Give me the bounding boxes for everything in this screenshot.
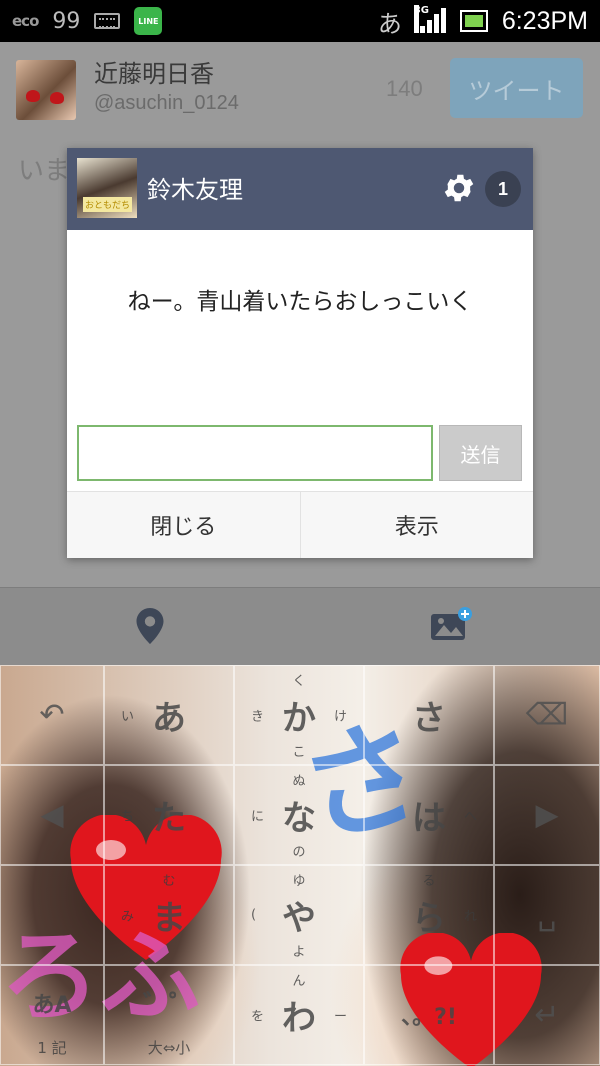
space-key[interactable]: ␣ xyxy=(494,865,600,965)
cursor-right-key[interactable]: ▶ xyxy=(494,765,600,865)
reply-input[interactable] xyxy=(77,425,433,481)
avatar-sticker-text: おともだち xyxy=(83,197,133,212)
send-button[interactable]: 送信 xyxy=(439,425,522,481)
arrow-left-icon: ◀ xyxy=(40,797,64,833)
eco-mode-icon: eco xyxy=(12,12,39,30)
key-flick-up: ん xyxy=(292,974,306,989)
enter-key[interactable]: ↵ xyxy=(494,965,600,1065)
unread-count-badge: 1 xyxy=(485,171,521,207)
key-a[interactable]: い あ xyxy=(104,665,234,765)
key-flick-up: む xyxy=(162,874,176,889)
key-label: た xyxy=(152,798,186,839)
user-name: 近藤明日香 xyxy=(94,60,214,88)
key-label: ま xyxy=(152,898,186,939)
popup-header: おともだち 鈴木友理 1 xyxy=(67,148,533,230)
undo-icon: ↶ xyxy=(39,697,65,733)
empty-key[interactable] xyxy=(0,865,104,965)
key-flick-down: こ xyxy=(292,745,306,760)
tweet-button[interactable]: ツイート xyxy=(450,58,583,118)
backspace-icon: ⌫ xyxy=(525,697,569,733)
key-na[interactable]: ぬ に な の xyxy=(234,765,364,865)
key-label: な xyxy=(282,798,316,839)
close-button[interactable]: 閉じる xyxy=(67,492,300,558)
character-counter: 140 xyxy=(386,76,423,101)
status-bar: eco 99 LINE あ 3G 6:23PM xyxy=(0,0,600,42)
key-label: あA xyxy=(32,993,72,1019)
key-flick-right: へ xyxy=(463,809,477,825)
key-label: あ xyxy=(152,698,186,739)
key-ta[interactable]: ち た xyxy=(104,765,234,865)
key-flick-down: よ xyxy=(292,945,306,960)
key-sublabel: 1 記 xyxy=(37,1039,67,1057)
punctuation-key[interactable]: 、。?! xyxy=(364,965,494,1065)
add-image-icon[interactable] xyxy=(430,606,472,642)
key-label: や xyxy=(282,898,316,939)
key-flick-up: る xyxy=(422,874,436,889)
enter-icon: ↵ xyxy=(534,997,560,1033)
sender-name: 鈴木友理 xyxy=(147,176,243,204)
key-ya[interactable]: ゆ ( や よ xyxy=(234,865,364,965)
key-label: さ xyxy=(412,698,446,739)
dakuten-key[interactable]: ゛゜ 大⇔小 xyxy=(104,965,234,1065)
key-flick-right: け xyxy=(333,709,347,725)
key-flick-right: ー xyxy=(333,1009,347,1025)
key-flick-right: れ xyxy=(463,909,477,925)
key-sublabel: 大⇔小 xyxy=(147,1039,191,1057)
key-ka[interactable]: く き か け こ xyxy=(234,665,364,765)
network-type-label: 3G xyxy=(413,5,429,33)
japanese-flick-keyboard: さ ろふ ↶ い あ く き か け こ さ ⌫ ◀ ち た ぬ に な の は… xyxy=(0,665,600,1066)
message-text: ねー。青山着いたらおしっこいく xyxy=(127,289,473,315)
user-avatar[interactable] xyxy=(16,60,76,120)
key-ra[interactable]: る ら れ xyxy=(364,865,494,965)
key-flick-up: ぬ xyxy=(292,774,306,789)
space-icon: ␣ xyxy=(537,897,557,933)
key-sa[interactable]: さ xyxy=(364,665,494,765)
key-label: ゛゜ xyxy=(142,990,195,1021)
key-flick-down: の xyxy=(292,845,306,860)
cursor-left-key[interactable]: ◀ xyxy=(0,765,104,865)
signal-strength-icon: 3G xyxy=(413,5,446,35)
key-label: 、。?! xyxy=(401,1005,457,1030)
key-flick-up: く xyxy=(292,674,306,689)
keyboard-icon xyxy=(94,13,121,29)
compose-toolbar xyxy=(0,587,600,665)
user-handle: @asuchin_0124 xyxy=(94,92,239,114)
undo-key[interactable]: ↶ xyxy=(0,665,104,765)
arrow-right-icon: ▶ xyxy=(535,797,559,833)
key-ma[interactable]: む み ま xyxy=(104,865,234,965)
ime-indicator: あ xyxy=(377,9,402,38)
tweet-text-placeholder[interactable]: いま xyxy=(18,150,70,187)
line-message-popup: おともだち 鈴木友理 1 ねー。青山着いたらおしっこいく 送信 閉じる 表示 xyxy=(67,148,533,558)
key-flick-up: ゆ xyxy=(292,874,306,889)
popup-actions: 閉じる 表示 xyxy=(67,491,533,558)
key-ha[interactable]: は へ xyxy=(364,765,494,865)
backspace-key[interactable]: ⌫ xyxy=(494,665,600,765)
map-pin-icon[interactable] xyxy=(136,608,164,644)
keyboard-keys: ↶ い あ く き か け こ さ ⌫ ◀ ち た ぬ に な の は へ ▶ … xyxy=(0,665,600,1066)
line-app-icon: LINE xyxy=(134,7,163,35)
input-mode-key[interactable]: あA 1 記 xyxy=(0,965,104,1065)
sender-avatar: おともだち xyxy=(77,158,137,218)
clock: 6:23PM xyxy=(501,6,588,35)
gear-icon[interactable] xyxy=(441,170,477,206)
key-wa[interactable]: ん を わ ー xyxy=(234,965,364,1065)
show-button[interactable]: 表示 xyxy=(299,492,534,558)
battery-icon xyxy=(459,10,488,32)
notification-count: 99 xyxy=(52,8,81,34)
